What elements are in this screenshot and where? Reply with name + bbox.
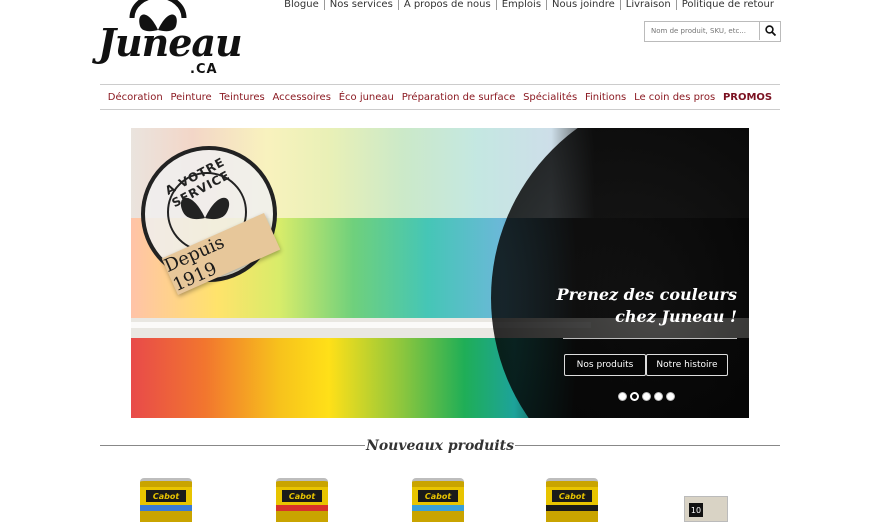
nav-finitions[interactable]: Finitions — [585, 92, 626, 103]
toplink-livraison[interactable]: Livraison — [619, 0, 676, 10]
search-box — [644, 21, 781, 42]
paint-can-image: Cabot — [276, 478, 328, 522]
paint-can-image: Cabot — [546, 478, 598, 522]
toplink-about[interactable]: À propos de nous — [397, 0, 496, 10]
site-logo[interactable]: Juneau .CA — [98, 0, 243, 82]
slogan-line-2: chez Juneau ! — [615, 307, 737, 326]
our-products-button[interactable]: Nos produits — [564, 354, 646, 376]
product-card[interactable]: 10 — [678, 476, 738, 522]
nav-promos[interactable]: PROMOS — [723, 92, 772, 103]
nav-accessoires[interactable]: Accessoires — [273, 92, 331, 103]
slide-dot-2[interactable] — [630, 392, 639, 401]
search-button[interactable] — [759, 21, 780, 40]
slide-dot-4[interactable] — [654, 392, 663, 401]
paint-can-image: Cabot — [140, 478, 192, 522]
search-icon — [764, 25, 776, 36]
product-card[interactable]: Cabot — [408, 476, 468, 522]
product-card[interactable]: Cabot — [136, 476, 196, 522]
nav-decoration[interactable]: Décoration — [108, 92, 163, 103]
nav-preparation-surface[interactable]: Préparation de surface — [402, 92, 516, 103]
search-input[interactable] — [645, 22, 760, 39]
nav-teintures[interactable]: Teintures — [220, 92, 265, 103]
paint-can-image: Cabot — [412, 478, 464, 522]
slide-dot-1[interactable] — [618, 392, 627, 401]
slogan-line-1: Prenez des couleurs — [556, 285, 737, 304]
slider-dots — [618, 392, 675, 401]
nav-eco-juneau[interactable]: Éco juneau — [339, 92, 394, 103]
banner-slogan: Prenez des couleurs chez Juneau ! — [557, 284, 737, 328]
toplink-retour[interactable]: Politique de retour — [675, 0, 774, 10]
new-products-heading: Nouveaux produits — [100, 436, 780, 456]
main-nav: Décoration Peinture Teintures Accessoire… — [100, 84, 780, 110]
heading-rule-right — [515, 445, 780, 446]
toplink-contact[interactable]: Nous joindre — [546, 0, 620, 10]
nav-coin-des-pros[interactable]: Le coin des pros — [634, 92, 715, 103]
our-history-button[interactable]: Notre histoire — [646, 354, 728, 376]
nav-peinture[interactable]: Peinture — [170, 92, 211, 103]
product-box-image: 10 — [684, 496, 728, 522]
toplink-emplois[interactable]: Emplois — [495, 0, 546, 10]
slide-dot-3[interactable] — [642, 392, 651, 401]
slogan-divider — [563, 338, 737, 339]
slide-dot-5[interactable] — [666, 392, 675, 401]
product-number: 10 — [689, 503, 703, 517]
logo-suffix: .CA — [190, 62, 218, 77]
nav-specialites[interactable]: Spécialités — [523, 92, 577, 103]
product-brand: Cabot — [146, 490, 186, 502]
toplink-blogue[interactable]: Blogue — [284, 0, 324, 10]
product-brand: Cabot — [552, 490, 592, 502]
top-links: Blogue Nos services À propos de nous Emp… — [284, 0, 774, 10]
product-brand: Cabot — [282, 490, 322, 502]
product-brand: Cabot — [418, 490, 458, 502]
section-title: Nouveaux produits — [366, 438, 514, 454]
product-card[interactable]: Cabot — [272, 476, 332, 522]
toplink-services[interactable]: Nos services — [323, 0, 398, 10]
hero-banner[interactable]: A VOTRE SERVICE Depuis 1919 Prenez des c… — [131, 128, 749, 418]
product-card[interactable]: Cabot — [542, 476, 602, 522]
logo-wordmark: Juneau — [98, 20, 243, 65]
